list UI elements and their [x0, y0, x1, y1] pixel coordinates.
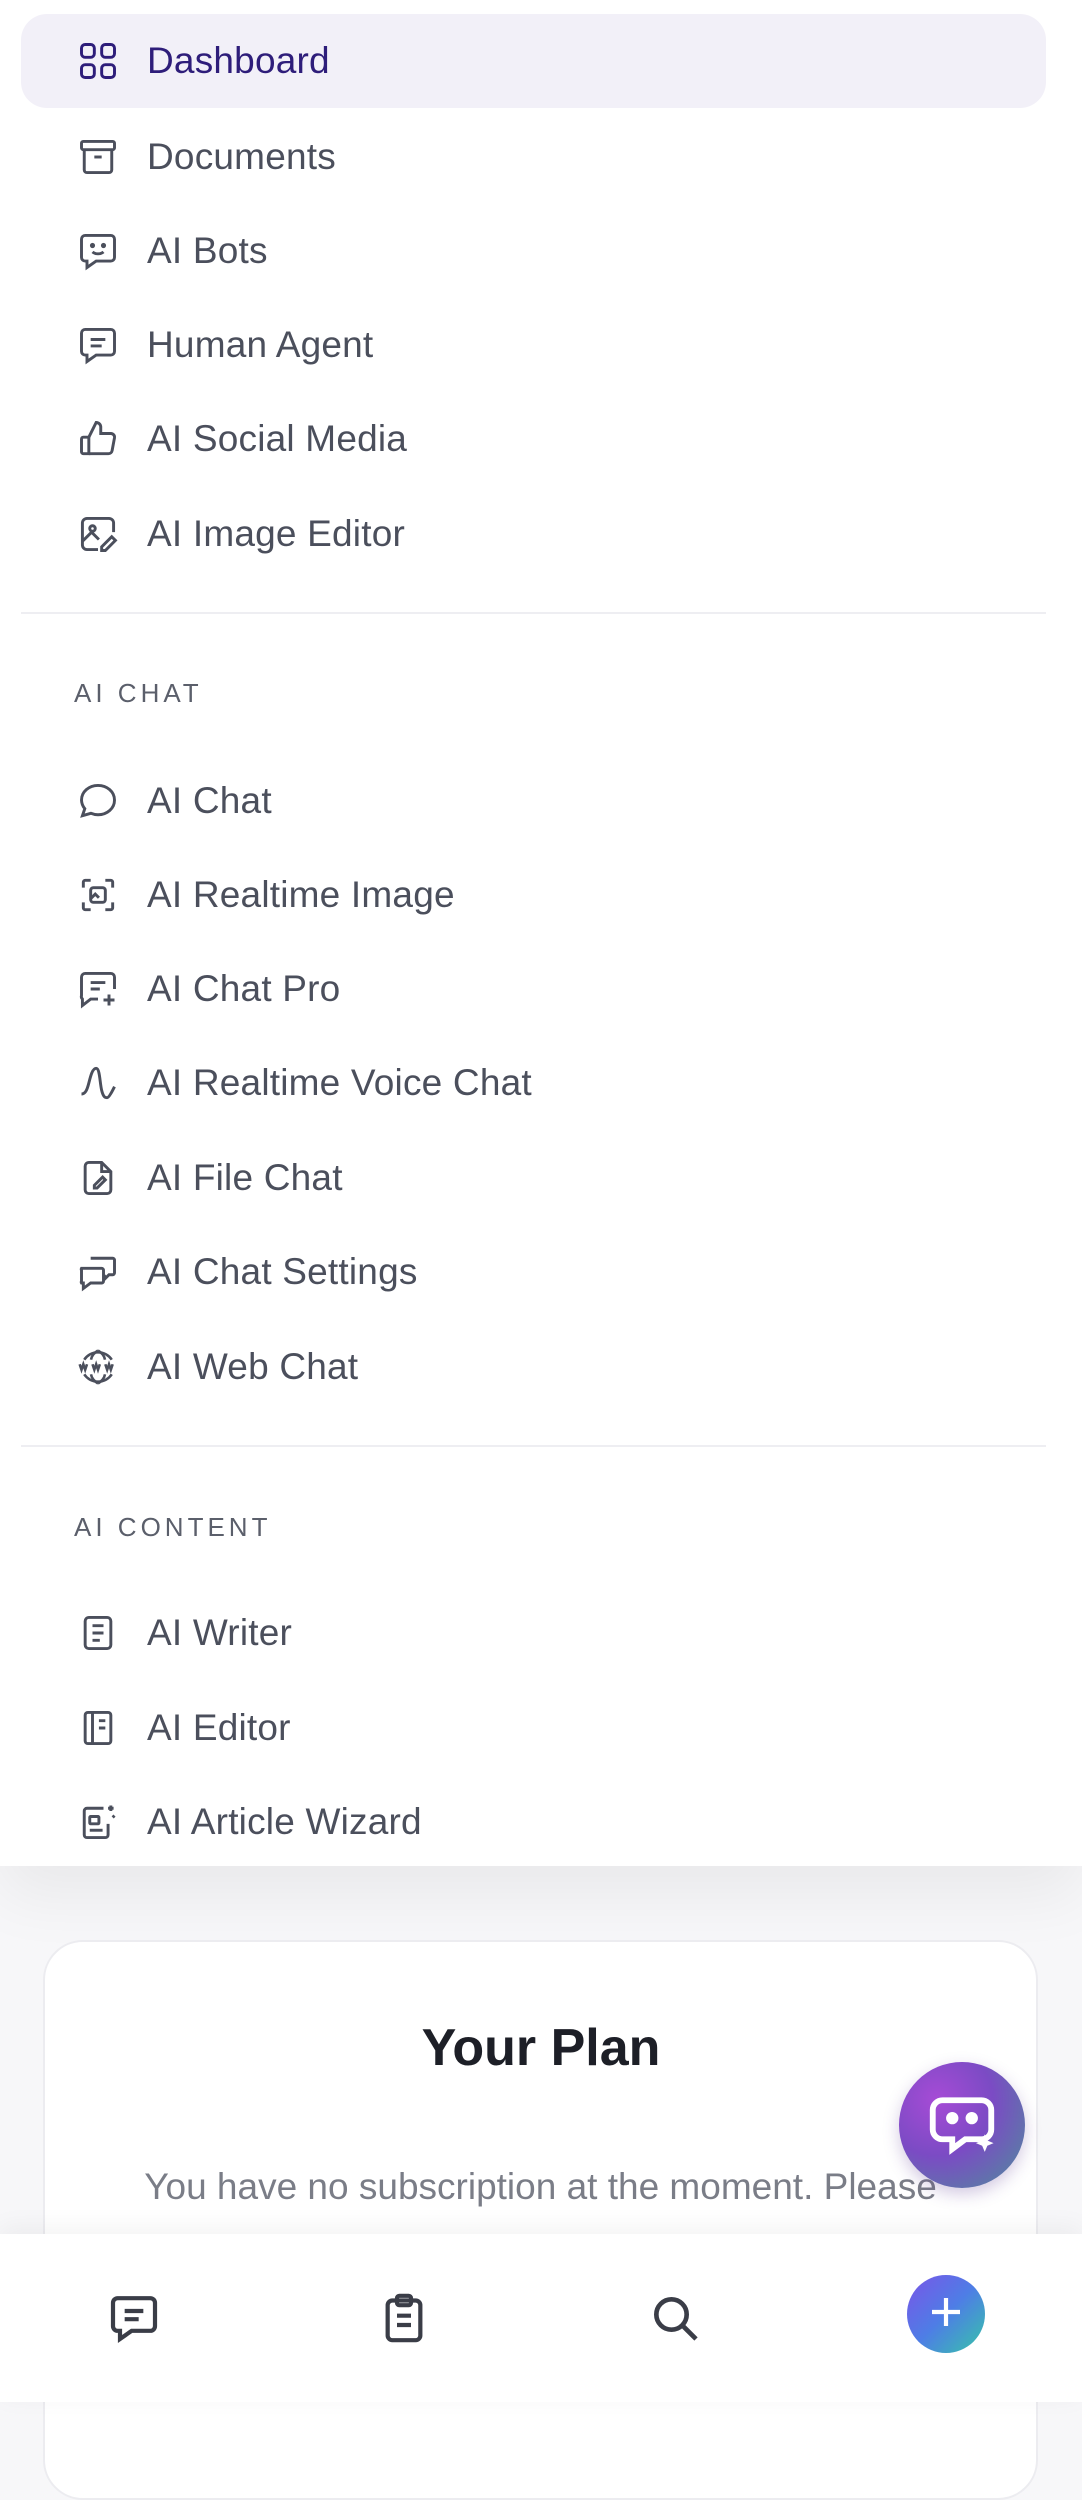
- plan-title: Your Plan: [421, 2019, 661, 2077]
- menu-item-documents[interactable]: Documents: [21, 110, 1046, 204]
- divider: [21, 612, 1046, 614]
- plan-description: You have no subscription at the moment. …: [144, 2166, 937, 2207]
- menu-item-label: AI Chat Settings: [147, 1251, 418, 1292]
- menu-item-label: AI Social Media: [147, 418, 408, 459]
- menu-item-ai-realtime-voice-chat[interactable]: AI Realtime Voice Chat: [21, 1036, 1046, 1130]
- chatbot-fab-button[interactable]: [899, 2062, 1025, 2188]
- bottom-nav-messages-button[interactable]: [89, 2275, 179, 2365]
- menu-item-label: AI Bots: [147, 230, 268, 271]
- www-icon: [75, 1344, 121, 1390]
- menu-item-label: AI Realtime Voice Chat: [147, 1062, 532, 1103]
- thumbs-up-icon: [75, 416, 121, 462]
- menu-item-ai-writer[interactable]: AI Writer: [21, 1586, 1046, 1680]
- notebook-icon: [75, 1705, 121, 1751]
- bottom-nav-search-button[interactable]: [630, 2275, 720, 2365]
- bot-sparkle-icon: [923, 2084, 1001, 2167]
- menu-item-label: AI Image Editor: [147, 513, 406, 554]
- bottom-nav-clipboard-button[interactable]: [359, 2275, 449, 2365]
- menu-item-ai-web-chat[interactable]: AI Web Chat: [21, 1320, 1046, 1414]
- image-frame-icon: [75, 872, 121, 918]
- document-text-icon: [75, 1610, 121, 1656]
- menu-item-ai-chat-pro[interactable]: AI Chat Pro: [21, 942, 1046, 1036]
- waveform-icon: [75, 1060, 121, 1106]
- menu-item-ai-chat[interactable]: AI Chat: [21, 754, 1046, 848]
- menu-item-ai-image-editor[interactable]: AI Image Editor: [21, 487, 1046, 581]
- bot-chat-icon: [75, 228, 121, 274]
- archive-icon: [75, 134, 121, 180]
- menu-item-ai-realtime-image[interactable]: AI Realtime Image: [21, 848, 1046, 942]
- menu-item-label: Human Agent: [147, 324, 374, 365]
- menu-item-label: AI Chat: [147, 780, 272, 821]
- menu-item-label: AI Realtime Image: [147, 874, 455, 915]
- grid-icon: [75, 38, 121, 84]
- menu-item-label: AI Writer: [147, 1612, 293, 1653]
- bottom-nav-add-button[interactable]: [907, 2275, 985, 2353]
- section-title-ai-chat: AI CHAT: [74, 678, 203, 708]
- menu-item-label: AI Article Wizard: [147, 1801, 422, 1842]
- menu-item-dashboard[interactable]: Dashboard: [21, 14, 1046, 108]
- image-edit-icon: [75, 511, 121, 557]
- menu-item-label: AI Web Chat: [147, 1346, 359, 1387]
- menu-item-label: AI File Chat: [147, 1157, 343, 1198]
- search-icon: [647, 2290, 703, 2351]
- messages-icon: [75, 1249, 121, 1295]
- file-edit-icon: [75, 1155, 121, 1201]
- menu-item-label: Dashboard: [147, 40, 330, 81]
- menu-item-label: Documents: [147, 136, 336, 177]
- article-wizard-icon: [75, 1799, 121, 1845]
- plus-icon: [925, 2291, 967, 2338]
- message-icon: [106, 2290, 162, 2351]
- clipboard-icon: [376, 2290, 432, 2351]
- section-title-ai-content: AI CONTENT: [74, 1512, 272, 1542]
- menu-item-ai-editor[interactable]: AI Editor: [21, 1681, 1046, 1775]
- menu-item-ai-social-media[interactable]: AI Social Media: [21, 392, 1046, 486]
- chat-bubble-icon: [75, 778, 121, 824]
- menu-item-label: AI Editor: [147, 1707, 291, 1748]
- menu-item-ai-article-wizard[interactable]: AI Article Wizard: [21, 1775, 1046, 1866]
- menu-item-ai-bots[interactable]: AI Bots: [21, 204, 1046, 298]
- menu-item-label: AI Chat Pro: [147, 968, 341, 1009]
- message-square-icon: [75, 322, 121, 368]
- menu-item-human-agent[interactable]: Human Agent: [21, 298, 1046, 392]
- divider: [21, 1445, 1046, 1447]
- menu-item-ai-chat-settings[interactable]: AI Chat Settings: [21, 1225, 1046, 1319]
- navigation-menu: Dashboard Documents AI Bots Human Agent …: [0, 0, 1082, 1866]
- message-plus-icon: [75, 966, 121, 1012]
- menu-item-ai-file-chat[interactable]: AI File Chat: [21, 1131, 1046, 1225]
